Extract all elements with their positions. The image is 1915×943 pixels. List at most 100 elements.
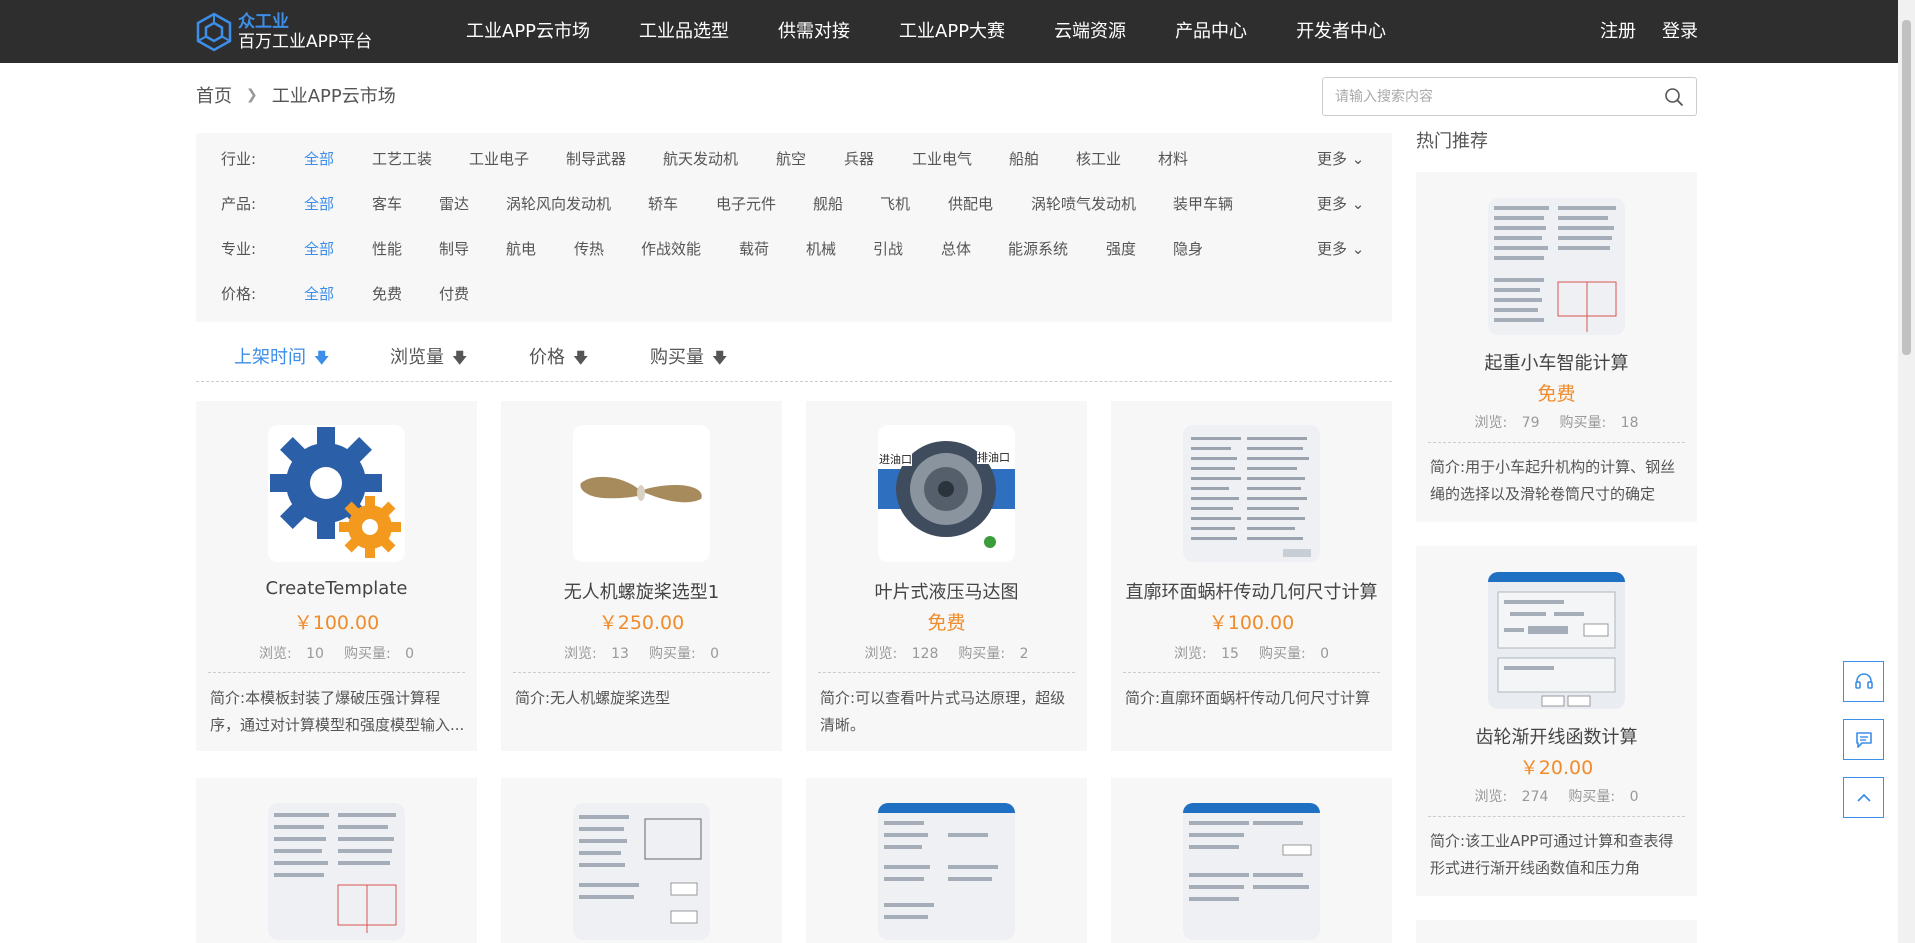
hot-item-card[interactable]: 齿轮渐开线函数计算 ￥20.00 浏览: 274 购买量: 0 简介:该工业APP… [1416,546,1697,896]
nav-product-center[interactable]: 产品中心 [1175,0,1247,63]
filter-option[interactable]: 舰船 [813,193,843,214]
product-stats: 浏览: 15 购买量: 0 [1111,643,1392,663]
filter-option[interactable]: 轿车 [648,193,678,214]
product-title[interactable]: 起重小车智能计算 [1416,349,1697,375]
filter-option[interactable]: 全部 [304,148,334,169]
filter-option[interactable]: 传热 [574,238,604,259]
filter-option[interactable]: 航空 [776,148,806,169]
nav-cloud-resources[interactable]: 云端资源 [1054,0,1126,63]
product-description: 简介:直廓环面蜗杆传动几何尺寸计算 [1125,685,1382,741]
inlet-label: 进油口 [879,453,912,466]
filter-option[interactable]: 载荷 [739,238,769,259]
filter-option[interactable]: 供配电 [948,193,993,214]
filter-option[interactable]: 全部 [304,238,334,259]
filter-option[interactable]: 作战效能 [641,238,701,259]
filter-option[interactable]: 涡轮喷气发动机 [1031,193,1136,214]
product-stats: 浏览: 10 购买量: 0 [196,643,477,663]
back-to-top-button[interactable] [1843,777,1884,818]
product-description: 简介:用于小车起升机构的计算、钢丝绳的选择以及滑轮卷筒尺寸的确定 [1430,454,1687,508]
product-card[interactable]: CreateTemplate ￥100.00 浏览: 10 购买量: 0 简介:本… [196,401,477,751]
desc-text: 该工业APP可通过计算和查表得形式进行渐开线函数值和压力角 [1430,832,1674,877]
site-logo[interactable]: 众工业 百万工业APP平台 [196,11,372,53]
views-count: 13 [611,646,629,662]
filter-option[interactable]: 核工业 [1076,148,1121,169]
nav-app-market[interactable]: 工业APP云市场 [466,0,590,63]
propeller-icon [580,476,702,503]
sort-by-price[interactable]: 价格 🡇 [529,343,588,373]
product-card[interactable] [806,778,1087,943]
sort-label: 浏览量 [390,347,444,368]
product-title[interactable]: 叶片式液压马达图 [806,578,1087,604]
filter-option[interactable]: 兵器 [844,148,874,169]
filter-option[interactable]: 工艺工装 [372,148,432,169]
filter-option[interactable]: 免费 [372,283,402,304]
product-card[interactable]: 直廓环面蜗杆传动几何尺寸计算 ￥100.00 浏览: 15 购买量: 0 简介:直… [1111,401,1392,751]
product-card[interactable]: 无人机螺旋桨选型1 ￥250.00 浏览: 13 购买量: 0 简介:无人机螺旋桨… [501,401,782,751]
logo-hexagon-icon [196,12,232,52]
card-divider [1428,816,1685,817]
filter-option[interactable]: 总体 [941,238,971,259]
nav-supply-demand[interactable]: 供需对接 [778,0,850,63]
login-link[interactable]: 登录 [1662,0,1698,63]
sort-by-purchases[interactable]: 购买量 🡇 [650,343,727,373]
filter-option[interactable]: 隐身 [1173,238,1203,259]
customer-service-button[interactable] [1843,661,1884,702]
product-title[interactable]: 直廓环面蜗杆传动几何尺寸计算 [1111,578,1392,604]
sort-label: 价格 [529,347,565,368]
search-input[interactable] [1323,78,1643,115]
product-card[interactable] [196,778,477,943]
filter-option[interactable]: 制导 [439,238,469,259]
gears-icon [270,427,401,558]
filter-option[interactable]: 装甲车辆 [1173,193,1233,214]
filter-option[interactable]: 引战 [873,238,903,259]
filter-more-button[interactable]: 更多 ⌄ [1317,193,1364,214]
sort-by-time[interactable]: 上架时间 🡇 [234,343,329,373]
filter-option[interactable]: 机械 [806,238,836,259]
filter-option[interactable]: 雷达 [439,193,469,214]
filter-option[interactable]: 电子元件 [716,193,776,214]
buys-label: 购买量: [343,646,391,662]
filter-option[interactable]: 航天发动机 [663,148,738,169]
scrollbar-thumb[interactable] [1902,20,1911,355]
product-card[interactable] [1111,778,1392,943]
views-count: 10 [306,646,324,662]
filter-more-button[interactable]: 更多 ⌄ [1317,148,1364,169]
filter-option[interactable]: 客车 [372,193,402,214]
filter-option[interactable]: 制导武器 [566,148,626,169]
product-stats: 浏览: 79 购买量: 18 [1416,412,1697,432]
feedback-button[interactable] [1843,719,1884,760]
software-screenshot-icon [1183,803,1320,940]
filter-option[interactable]: 材料 [1158,148,1188,169]
page-scrollbar[interactable] [1898,0,1915,943]
filter-option[interactable]: 强度 [1106,238,1136,259]
sort-by-views[interactable]: 浏览量 🡇 [390,343,467,373]
product-card[interactable]: 进油口 排油口 叶片式液压马达图 免费 浏览: 128 购买量: 2 简介:可以查… [806,401,1087,751]
filter-option[interactable]: 涡轮风向发动机 [506,193,611,214]
nav-product-selection[interactable]: 工业品选型 [639,0,729,63]
buys-count: 18 [1620,415,1639,431]
filter-option[interactable]: 工业电子 [469,148,529,169]
hot-item-card[interactable] [1416,920,1697,943]
register-link[interactable]: 注册 [1600,0,1636,63]
filter-more-button[interactable]: 更多 ⌄ [1317,238,1364,259]
filter-option[interactable]: 工业电气 [912,148,972,169]
filter-option[interactable]: 付费 [439,283,469,304]
filter-option[interactable]: 全部 [304,283,334,304]
buys-count: 0 [1629,789,1639,805]
nav-developer-center[interactable]: 开发者中心 [1296,0,1386,63]
sort-label: 购买量 [650,347,704,368]
product-title[interactable]: CreateTemplate [196,578,477,599]
nav-app-contest[interactable]: 工业APP大赛 [899,0,1005,63]
filter-option[interactable]: 航电 [506,238,536,259]
hot-item-card[interactable]: 起重小车智能计算 免费 浏览: 79 购买量: 18 简介:用于小车起升机构的计算… [1416,172,1697,522]
filter-option[interactable]: 性能 [372,238,402,259]
product-title[interactable]: 齿轮渐开线函数计算 [1416,723,1697,749]
filter-option[interactable]: 能源系统 [1008,238,1068,259]
product-title[interactable]: 无人机螺旋桨选型1 [501,578,782,604]
filter-option[interactable]: 全部 [304,193,334,214]
filter-option[interactable]: 飞机 [880,193,910,214]
filter-option[interactable]: 船舶 [1009,148,1039,169]
breadcrumb-home[interactable]: 首页 [196,82,232,108]
product-card[interactable] [501,778,782,943]
search-icon[interactable] [1664,87,1684,107]
